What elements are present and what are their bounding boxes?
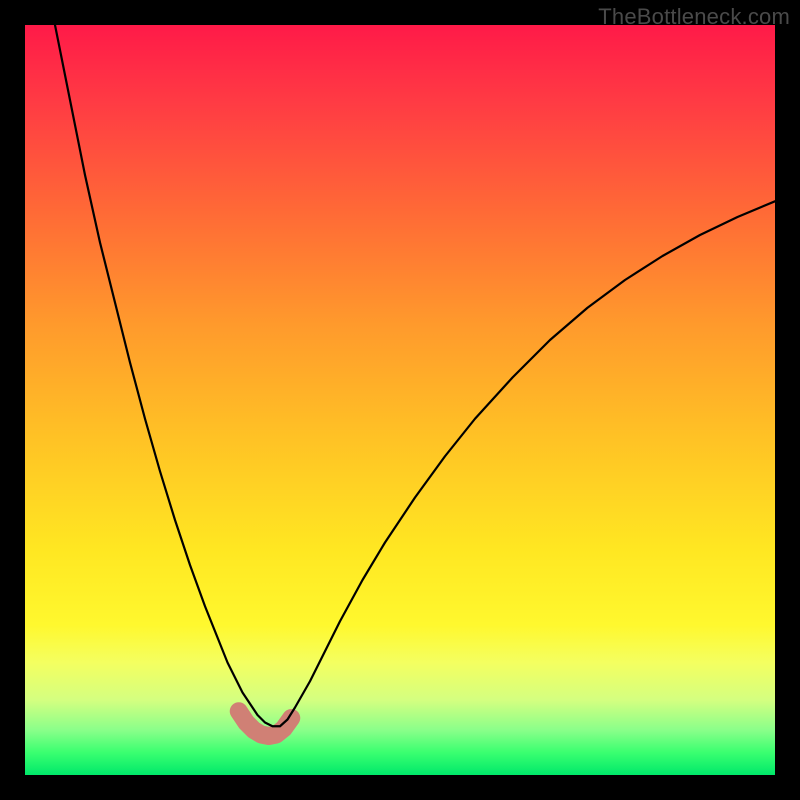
- chart-area: [25, 25, 775, 775]
- bottleneck-chart: [25, 25, 775, 775]
- bottleneck-curve: [55, 25, 775, 726]
